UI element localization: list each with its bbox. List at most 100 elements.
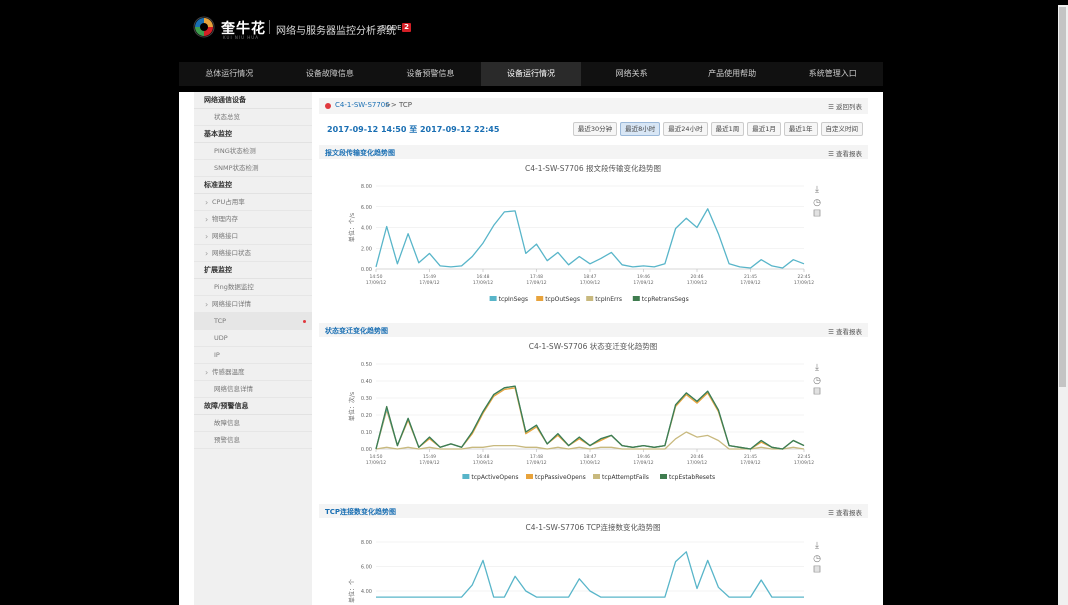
x-tick-date: 17/09/12 (419, 280, 439, 286)
sidebar-group: 基本监控 (194, 126, 312, 143)
sidebar-item[interactable]: CPU占用率 (194, 194, 312, 211)
x-tick-label: 19:46 (637, 454, 650, 460)
sidebar-item[interactable]: TCP (194, 313, 312, 330)
sidebar-item-label: 传感器温度 (212, 368, 245, 376)
node-badge: 2 (402, 23, 411, 32)
sidebar-item[interactable]: 网络信息详情 (194, 381, 312, 398)
sidebar-group: 网络通信设备 (194, 92, 312, 109)
sidebar-item[interactable]: SNMP状态检测 (194, 160, 312, 177)
time-range-button[interactable]: 最近1年 (783, 122, 818, 136)
x-tick-date: 17/09/12 (366, 280, 386, 286)
logo-icon (193, 16, 215, 38)
time-range-button[interactable]: 最近1月 (747, 122, 781, 136)
sidebar-item[interactable]: 预警信息 (194, 432, 312, 449)
view-report-button-connections[interactable]: ☰ 查看报表 (828, 507, 862, 517)
sidebar-item-label: 网络接口详情 (212, 300, 251, 308)
time-range-button[interactable]: 自定义时间 (820, 122, 863, 136)
x-tick-label: 14:50 (370, 454, 383, 460)
sidebar-item-label: 故障信息 (214, 419, 240, 427)
x-tick-date: 17/09/12 (473, 280, 493, 286)
x-tick-label: 22:45 (798, 454, 811, 460)
sidebar-item[interactable]: 状态总览 (194, 109, 312, 126)
x-tick-date: 17/09/12 (740, 280, 760, 286)
legend-swatch (536, 296, 544, 301)
y-tick-label: 8.00 (361, 540, 372, 546)
view-report-label: 查看报表 (836, 150, 862, 158)
breadcrumb-current: >> TCP (385, 101, 412, 109)
chart-state-svg: C4-1-SW-S7706 状态变迁变化趋势图 0.00 0.10 0.20 0.30 0… (348, 341, 821, 481)
view-report-button-state[interactable]: ☰ 查看报表 (828, 326, 862, 336)
sidebar-item[interactable]: 网络接口 (194, 228, 312, 245)
sidebar-item-label: 网络信息详情 (214, 385, 253, 393)
sidebar-group: 扩展监控 (194, 262, 312, 279)
y-tick-label: 0.00 (361, 447, 372, 453)
sidebar-item-label: UDP (214, 334, 228, 342)
section-header-state: 状态变迁变化趋势图 ☰ 查看报表 (319, 323, 868, 337)
scrollbar[interactable] (1058, 5, 1068, 605)
sidebar-item-label: 状态总览 (214, 113, 240, 121)
sidebar-item[interactable]: UDP (194, 330, 312, 347)
time-range-button[interactable]: 最近1周 (710, 122, 745, 136)
sidebar-item-label: IP (214, 351, 220, 359)
header: 奎牛花 KUI NIU HUA 网络与服务器监控分析系统 NODE 2 (179, 0, 883, 60)
nav-item-help[interactable]: 产品使用帮助 (682, 62, 783, 86)
y-tick-label: 4.00 (361, 226, 372, 232)
download-icon: ⤓ (815, 185, 819, 195)
series-line-tcpInSegs (375, 208, 805, 269)
legend-label: tcpActiveOpens (471, 474, 518, 481)
nav-item-admin[interactable]: 系统管理入口 (782, 62, 883, 86)
y-axis-title: 单位：次/s (348, 392, 356, 421)
nav-item-faults[interactable]: 设备故障信息 (280, 62, 381, 86)
sidebar-item[interactable]: 物理内存 (194, 211, 312, 228)
x-tick-label: 21:45 (744, 454, 757, 460)
y-tick-label: 0.30 (361, 396, 372, 402)
nav-item-device-status[interactable]: 设备运行情况 (480, 62, 582, 86)
y-axis-title: 单位：个 (348, 579, 356, 603)
sidebar-item-label: PING状态检测 (214, 147, 256, 155)
nav-item-warnings[interactable]: 设备预警信息 (380, 62, 481, 86)
sidebar-item[interactable]: PING状态检测 (194, 143, 312, 160)
x-tick-date: 17/09/12 (473, 460, 493, 466)
sidebar-item[interactable]: 故障信息 (194, 415, 312, 432)
y-tick-label: 0.20 (361, 413, 372, 419)
chart-segments-svg: C4-1-SW-S7706 报文段传输变化趋势图 0.00 2.00 4.00 6.00… (348, 163, 821, 303)
sidebar-item[interactable]: Ping数据监控 (194, 279, 312, 296)
nav-item-network[interactable]: 网络关系 (581, 62, 682, 86)
section-title-segments: 报文段传输变化趋势图 (325, 149, 395, 157)
time-filter-row: 2017-09-12 14:50 至 2017-09-12 22:45 最近30… (319, 120, 868, 138)
active-indicator-icon (303, 320, 306, 323)
x-tick-date: 17/09/12 (580, 280, 600, 286)
breadcrumb: C4-1-SW-S7706 >> TCP ☰ 返回列表 (319, 98, 868, 114)
download-icon: ⤓ (815, 363, 819, 373)
sidebar-item[interactable]: 网络接口详情 (194, 296, 312, 313)
legend-swatch (526, 474, 533, 479)
time-range-button[interactable]: 最近30分钟 (572, 122, 618, 136)
x-tick-date: 17/09/12 (419, 460, 439, 466)
nav-item-overview[interactable]: 总体运行情况 (179, 62, 280, 86)
back-to-list-button[interactable]: ☰ 返回列表 (828, 101, 862, 111)
legend-swatch (489, 296, 497, 301)
view-report-button-segments[interactable]: ☰ 查看报表 (828, 148, 862, 158)
sidebar-item[interactable]: IP (194, 347, 312, 364)
chart-connections: C4-1-SW-S7706 TCP连接数变化趋势图 4.00 6.00 8.00 单位：… (319, 520, 868, 605)
legend-swatch (586, 296, 594, 301)
series-line-tcpActiveOpens (375, 385, 805, 450)
time-range-button[interactable]: 最近8小时 (620, 122, 661, 136)
x-tick-date: 17/09/12 (633, 460, 653, 466)
time-buttons: 最近30分钟 最近8小时 最近24小时 最近1周 最近1月 最近1年 自定义时间 (572, 122, 863, 136)
browser-frame: 奎牛花 KUI NIU HUA 网络与服务器监控分析系统 NODE 2 总体运行… (0, 0, 1068, 605)
legend-label: tcpEstabResets (669, 474, 715, 481)
page: 奎牛花 KUI NIU HUA 网络与服务器监控分析系统 NODE 2 总体运行… (179, 0, 883, 605)
sidebar-item[interactable]: 网络接口状态 (194, 245, 312, 262)
x-tick-date: 17/09/12 (633, 280, 653, 286)
sidebar-item[interactable]: 传感器温度 (194, 364, 312, 381)
legend-label: tcpOutSegs (545, 296, 580, 303)
time-range-button[interactable]: 最近24小时 (663, 122, 708, 136)
time-range-text: 2017-09-12 14:50 至 2017-09-12 22:45 (327, 125, 500, 134)
scrollbar-thumb[interactable] (1059, 7, 1066, 387)
view-report-label: 查看报表 (836, 509, 862, 517)
status-dot-icon (325, 103, 331, 109)
breadcrumb-device-link[interactable]: C4-1-SW-S7706 (335, 101, 390, 109)
legend-label: tcpRetransSegs (642, 296, 689, 303)
sidebar-item-label: 扩展监控 (204, 266, 232, 274)
